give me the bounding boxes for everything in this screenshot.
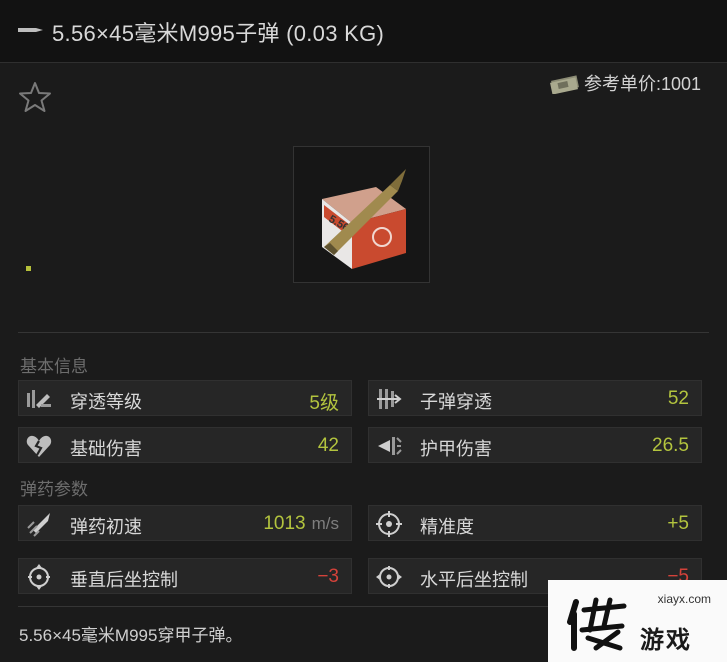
stat-accuracy: 精准度 +5 xyxy=(368,505,702,541)
stat-label: 护甲伤害 xyxy=(420,439,492,459)
item-title: 5.56×45毫米M995子弹 (0.03 KG) xyxy=(52,21,385,46)
stat-bullet-penetration: 子弹穿透 52 xyxy=(368,380,702,416)
stat-label: 垂直后坐控制 xyxy=(70,570,178,590)
stat-value: −3 xyxy=(317,566,339,587)
stat-value: 42 xyxy=(317,435,339,456)
section-ammo-params: 弹药参数 xyxy=(20,480,88,499)
stat-vertical-recoil: 垂直后坐控制 −3 xyxy=(18,558,352,594)
star-outline-icon[interactable] xyxy=(18,80,52,114)
xia-logo xyxy=(567,597,627,651)
reference-price: 参考单价:1001 xyxy=(548,70,701,96)
item-image-frame: 5.56 xyxy=(293,146,430,283)
stat-armor-damage: 护甲伤害 26.5 xyxy=(368,427,702,463)
section-basic-info: 基本信息 xyxy=(20,357,88,376)
item-description: 5.56×45毫米M995穿甲子弹。 xyxy=(19,626,243,645)
stat-label: 弹药初速 xyxy=(70,517,142,537)
title-bar: 5.56×45毫米M995子弹 (0.03 KG) xyxy=(0,0,727,63)
money-stack-icon xyxy=(549,75,579,94)
stat-unit: m/s xyxy=(311,514,339,533)
stat-label: 水平后坐控制 xyxy=(420,570,528,590)
penetration-level-icon xyxy=(27,390,51,408)
stat-value: 1013 m/s xyxy=(263,513,339,535)
stat-value: 26.5 xyxy=(652,435,689,456)
stat-label: 子弹穿透 xyxy=(420,392,492,412)
stat-value: 5级 xyxy=(309,393,339,414)
ammo-box-icon: 5.56 xyxy=(322,169,406,269)
bullet-icon xyxy=(18,28,43,32)
stat-penetration-level: 穿透等级 5级 xyxy=(18,380,352,416)
stat-label: 精准度 xyxy=(420,517,474,537)
divider xyxy=(18,332,709,333)
price-text: 参考单价:1001 xyxy=(583,74,701,94)
watermark-text: 游戏 xyxy=(640,627,692,654)
watermark: xiayx.com 游戏 xyxy=(548,580,727,662)
stat-value-number: 1013 xyxy=(263,513,306,534)
broken-heart-icon xyxy=(26,435,52,457)
stat-label: 穿透等级 xyxy=(70,392,142,412)
vertical-recoil-icon xyxy=(28,564,50,590)
stat-label: 基础伤害 xyxy=(70,439,142,459)
bullet-penetration-icon xyxy=(377,389,402,409)
stat-base-damage: 基础伤害 42 xyxy=(18,427,352,463)
stat-muzzle-velocity: 弹药初速 1013 m/s xyxy=(18,505,352,541)
watermark-url: xiayx.com xyxy=(657,592,711,606)
armor-damage-icon xyxy=(378,437,402,455)
crosshair-icon xyxy=(376,511,402,537)
stat-value: +5 xyxy=(667,513,689,534)
stat-value: 52 xyxy=(667,388,689,409)
horizontal-recoil-icon xyxy=(376,566,402,588)
velocity-icon xyxy=(27,513,50,537)
indicator-dot xyxy=(26,266,31,271)
